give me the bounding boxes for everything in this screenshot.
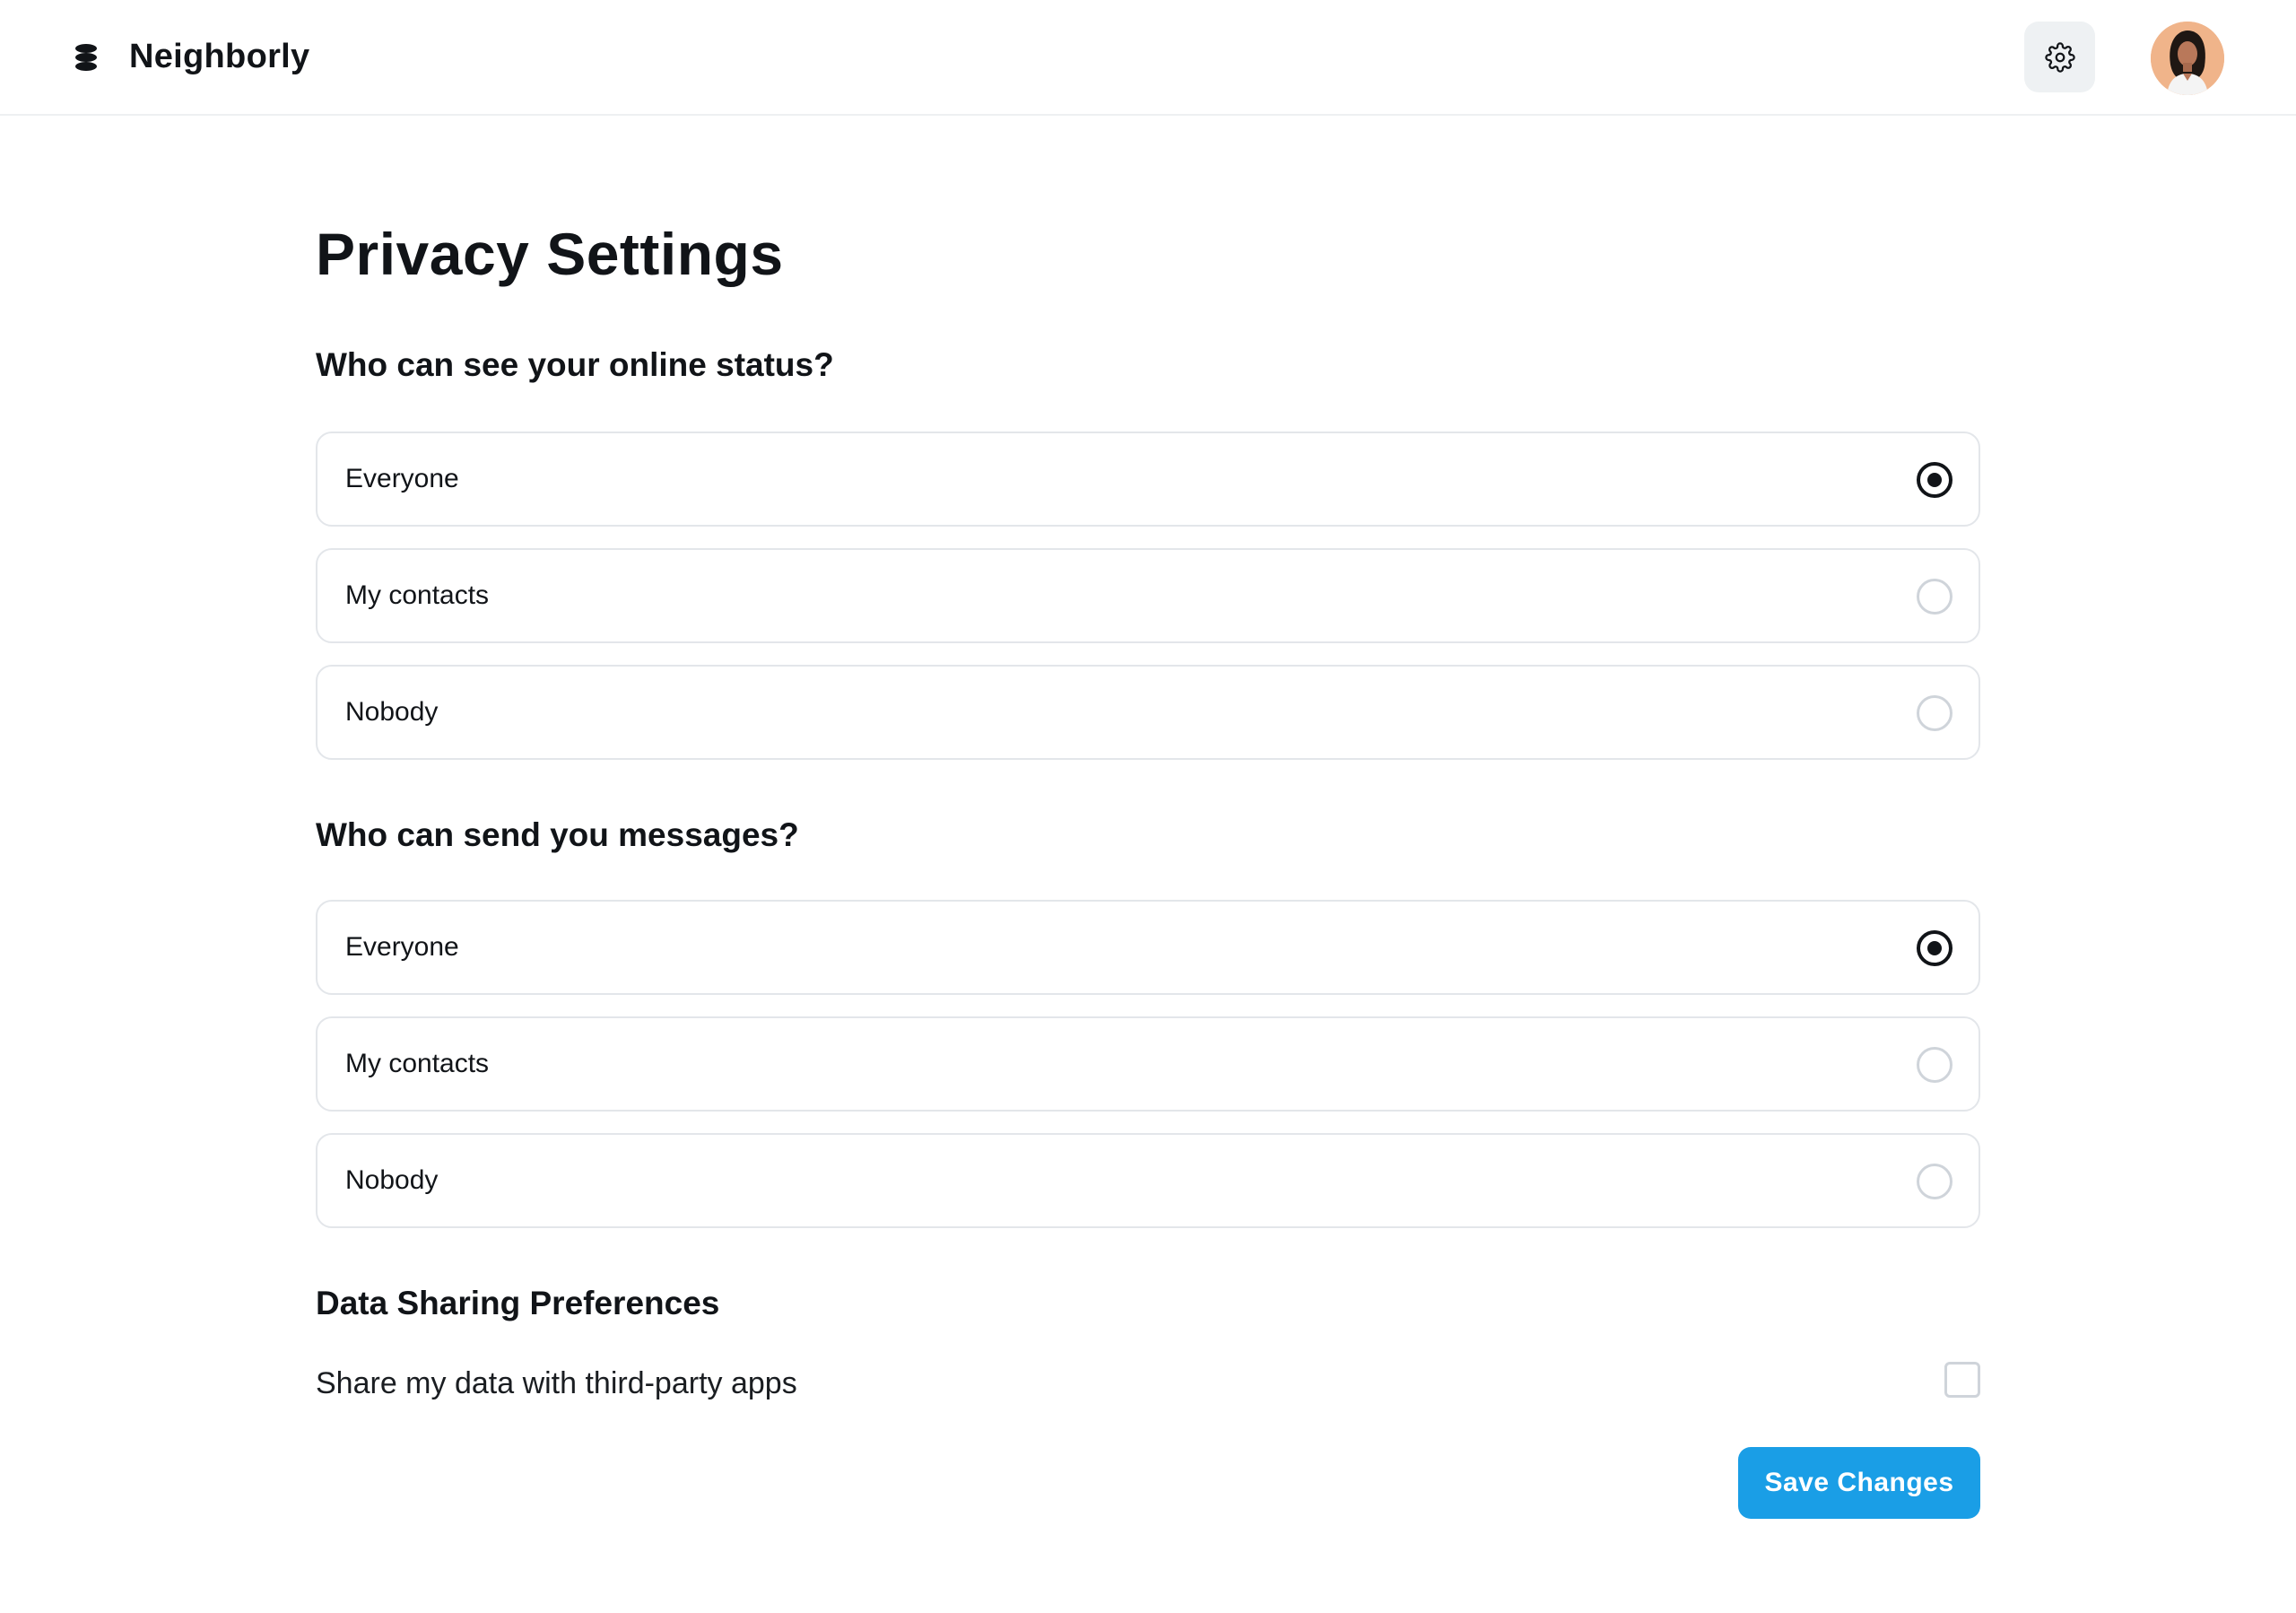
radio-button[interactable] [1917, 579, 1952, 615]
brand-name[interactable]: Neighborly [129, 34, 309, 79]
avatar-portrait [2151, 22, 2224, 95]
radio-button[interactable] [1917, 695, 1952, 731]
radio-button[interactable] [1917, 1164, 1952, 1199]
top-bar: Neighborly [0, 0, 2296, 116]
option-label: Nobody [345, 1165, 439, 1195]
save-changes-button[interactable]: Save Changes [1738, 1447, 1980, 1519]
radio-dot [1927, 941, 1942, 955]
radio-dot [1927, 473, 1942, 487]
online-status-option-my-contacts[interactable]: My contacts [316, 548, 1980, 643]
online-status-option-everyone[interactable]: Everyone [316, 432, 1980, 527]
radio-button[interactable] [1917, 1047, 1952, 1083]
messages-question: Who can send you messages? [316, 816, 799, 853]
stacked-discs-icon [75, 44, 97, 71]
option-label: My contacts [345, 580, 490, 610]
radio-button-checked[interactable] [1917, 462, 1952, 498]
share-data-checkbox[interactable] [1944, 1362, 1980, 1398]
settings-button[interactable] [2024, 22, 2095, 92]
option-label: My contacts [345, 1049, 490, 1078]
option-label: Nobody [345, 697, 439, 727]
radio-button-checked[interactable] [1917, 930, 1952, 966]
page-title: Privacy Settings [316, 221, 784, 287]
option-label: Everyone [345, 464, 459, 493]
online-status-question: Who can see your online status? [316, 346, 834, 383]
data-sharing-title: Data Sharing Preferences [316, 1285, 720, 1321]
messages-option-everyone[interactable]: Everyone [316, 900, 1980, 995]
messages-option-my-contacts[interactable]: My contacts [316, 1016, 1980, 1112]
online-status-option-nobody[interactable]: Nobody [316, 665, 1980, 760]
messages-option-nobody[interactable]: Nobody [316, 1133, 1980, 1228]
option-label: Everyone [345, 932, 459, 962]
user-avatar[interactable] [2151, 22, 2224, 95]
gear-icon [2044, 41, 2075, 73]
share-data-label: Share my data with third-party apps [316, 1366, 797, 1400]
